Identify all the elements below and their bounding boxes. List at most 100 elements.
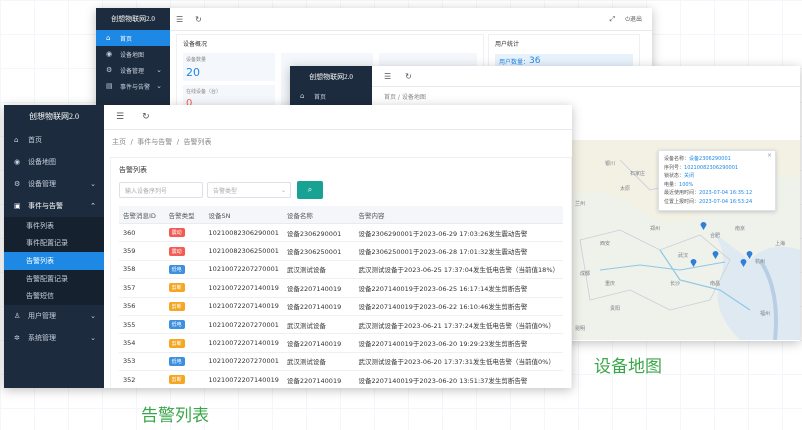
search-button[interactable]: ⌕ xyxy=(297,181,323,199)
device-sn: 10210072207270001 xyxy=(204,260,283,280)
table-row[interactable]: 354 剪断 10210072207140019 设备2207140019 设备… xyxy=(119,333,563,353)
logout-link[interactable]: ⏻退出 xyxy=(625,14,642,24)
table-row[interactable]: 357 剪断 10210072207140019 设备2207140019 设备… xyxy=(119,278,563,298)
alarm-type-select[interactable]: 告警类型 ⌄ xyxy=(207,182,291,198)
menu-toggle-icon[interactable]: ☰ xyxy=(176,15,183,24)
sidebar-item-devices[interactable]: ⚙ 设备管理 ⌄ xyxy=(96,62,170,78)
column-header[interactable]: 告警内容 xyxy=(354,206,563,224)
alarm-id: 353 xyxy=(119,352,165,372)
alarm-type-cell: 剪断 xyxy=(164,297,205,316)
alarm-list-panel: 告警列表 输入设备序列号 告警类型 ⌄ ⌕ 告警消息ID 告警类型 设备SN 设备名称告… xyxy=(110,157,572,388)
sidebar-item[interactable]: ⚙ 设备管理 ⌄ xyxy=(4,173,104,195)
city-label: 太原 xyxy=(620,186,631,192)
caption-map: 设备地图 xyxy=(594,357,662,377)
popup-row: 电量：100% xyxy=(664,181,694,188)
sidebar-subitem[interactable]: 事件配置记录 xyxy=(4,234,104,253)
refresh-icon[interactable]: ↻ xyxy=(142,112,150,122)
alarm-id: 357 xyxy=(119,278,165,298)
sidebar-item-map[interactable]: ◉ 设备地图 xyxy=(96,46,170,62)
device-name: 设备2207140019 xyxy=(282,333,355,353)
card-title: 用户统计 xyxy=(495,41,520,48)
alarm-content: 设备2306250001于2023-06-28 17:01:32发生震动告警 xyxy=(354,241,563,261)
sidebar-item[interactable]: ♙ 用户管理 ⌄ xyxy=(4,305,104,327)
column-header[interactable]: 设备SN xyxy=(204,206,283,224)
map-pin-icon[interactable] xyxy=(700,215,707,230)
map-pin-icon[interactable] xyxy=(690,252,697,267)
chevron-down-icon: ⌄ xyxy=(280,186,286,194)
sidebar-item[interactable]: ⌂ 首页 xyxy=(4,129,104,151)
device-name: 武汉测试设备 xyxy=(282,260,355,280)
device-name: 设备2207140019 xyxy=(282,297,355,316)
map-pin-icon[interactable] xyxy=(746,244,753,259)
sidebar-item[interactable]: ▣ 事件与告警 ⌃ xyxy=(4,195,104,217)
menu-toggle-icon[interactable]: ☰ xyxy=(384,72,391,81)
chevron-icon: ⌄ xyxy=(90,311,96,320)
column-header[interactable]: 告警类型 xyxy=(164,206,205,224)
device-name: 武汉测试设备 xyxy=(282,315,355,335)
device-name: 设备2306290001 xyxy=(282,223,355,243)
alarm-type-badge: 低电 xyxy=(168,264,185,274)
city-label: 郑州 xyxy=(650,226,661,232)
alarm-table: 告警消息ID 告警类型 设备SN 设备名称 告警内容 360 震动 1021008230… xyxy=(119,206,563,388)
sidebar-item-home[interactable]: ⌂ 首页 xyxy=(290,88,372,104)
alarm-id: 352 xyxy=(119,370,165,388)
city-label: 贵阳 xyxy=(610,306,621,312)
refresh-icon[interactable]: ↻ xyxy=(195,15,202,24)
sidebar-subitem[interactable]: 告警短信 xyxy=(4,287,104,305)
gear-icon: ⚙ xyxy=(14,180,21,188)
panel-title: 告警列表 xyxy=(119,166,147,174)
device-sn: 10210082306290001 xyxy=(204,223,283,243)
column-header[interactable]: 告警消息ID xyxy=(119,206,165,224)
alarm-type-cell: 低电 xyxy=(164,260,205,280)
table-row[interactable]: 356 剪断 10210072207140019 设备2207140019 设备… xyxy=(119,297,563,316)
sidebar-item-events[interactable]: ▤ 事件与告警 ⌄ xyxy=(96,78,170,94)
bell-icon: ▤ xyxy=(106,82,113,90)
alarm-content: 设备2207140019于2023-06-20 13:51:37发生剪断告警 xyxy=(354,370,563,388)
alarm-type-cell: 震动 xyxy=(164,223,205,243)
location-icon: ◉ xyxy=(106,50,113,58)
refresh-icon[interactable]: ↻ xyxy=(405,72,412,81)
table-row[interactable]: 359 震动 10210082306250001 设备2306250001 设备… xyxy=(119,241,563,261)
device-sn-search-input[interactable]: 输入设备序列号 xyxy=(119,182,203,198)
alarm-id: 359 xyxy=(119,241,165,261)
menu-toggle-icon[interactable]: ☰ xyxy=(116,112,124,122)
table-row[interactable]: 355 低电 10210072207270001 武汉测试设备 武汉测试设备于2… xyxy=(119,315,563,335)
device-sn: 10210072207140019 xyxy=(204,370,283,388)
alarm-type-badge: 剪断 xyxy=(168,375,185,385)
brand-title: 创想物联网2.0 xyxy=(309,73,353,81)
sidebar-item-home[interactable]: ⌂ 首页 xyxy=(96,30,170,46)
settings-icon: ✲ xyxy=(14,333,20,342)
top-bar: ☰ ↻ xyxy=(104,105,572,130)
alarm-content: 设备2207140019于2023-06-20 19:29:23发生剪断告警 xyxy=(354,333,563,353)
city-label: 石家庄 xyxy=(630,171,646,177)
chevron-down-icon: ⌄ xyxy=(156,66,162,74)
user-icon: ♙ xyxy=(14,311,21,320)
alarm-type-cell: 低电 xyxy=(164,352,205,372)
close-icon[interactable]: × xyxy=(767,152,772,159)
sidebar-subitem[interactable]: 事件列表 xyxy=(4,217,104,235)
city-label: 上海 xyxy=(775,241,786,247)
column-header[interactable]: 设备名称 xyxy=(282,206,355,224)
device-info-popup: × 设备名称：设备2306290001 序列号：10210082306290001… xyxy=(658,150,776,211)
sidebar-subitem[interactable]: 告警列表 xyxy=(4,252,104,270)
sidebar-item[interactable]: ✲ 系统管理 ⌄ xyxy=(4,327,104,349)
alarm-type-cell: 剪断 xyxy=(164,333,205,353)
chevron-icon: ⌃ xyxy=(90,202,96,210)
table-row[interactable]: 352 剪断 10210072207140019 设备2207140019 设备… xyxy=(119,370,563,388)
city-label: 合肥 xyxy=(710,233,721,239)
sidebar-item[interactable]: ◉ 设备地图 xyxy=(4,151,104,173)
fullscreen-icon[interactable]: ⤢ xyxy=(610,15,616,24)
table-row[interactable]: 353 低电 10210072207270001 武汉测试设备 武汉测试设备于2… xyxy=(119,352,563,372)
table-row[interactable]: 360 震动 10210082306290001 设备2306290001 设备… xyxy=(119,223,563,243)
location-icon: ◉ xyxy=(14,158,21,166)
device-sn: 10210072207140019 xyxy=(204,297,283,316)
device-name: 设备2207140019 xyxy=(282,370,355,388)
city-label: 银川 xyxy=(605,161,616,167)
alarm-id: 356 xyxy=(119,297,165,316)
sidebar-subitem[interactable]: 告警配置记录 xyxy=(4,269,104,288)
stat-value: 20 xyxy=(186,66,200,79)
popup-row: 设备名称：设备2306290001 xyxy=(664,156,731,162)
popup-row: 位置上报时间：2023-07-04 16:53:24 xyxy=(664,198,753,205)
map-pin-icon[interactable] xyxy=(712,244,719,259)
table-row[interactable]: 358 低电 10210072207270001 武汉测试设备 武汉测试设备于2… xyxy=(119,260,563,280)
